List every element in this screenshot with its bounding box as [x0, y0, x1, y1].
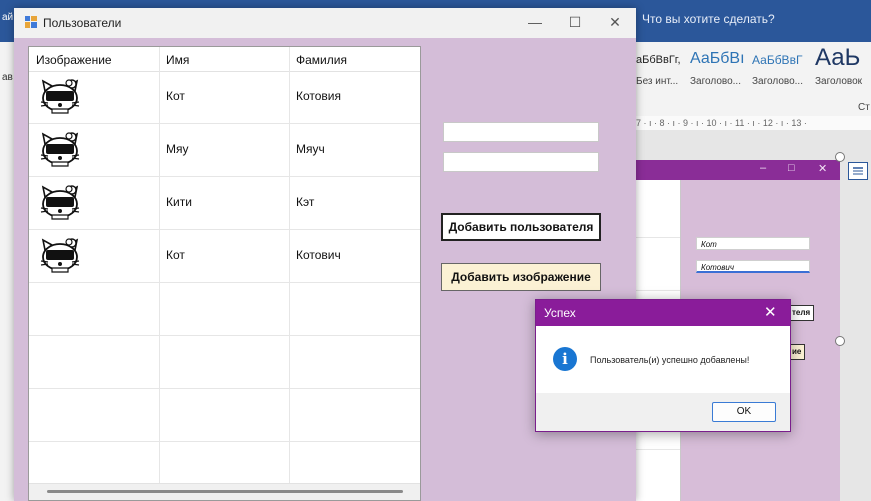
embedded-last-name-field: Котович [696, 260, 810, 273]
hello-kitty-sunglasses-icon [40, 238, 80, 273]
window-title: Пользователи [43, 16, 122, 30]
embedded-maximize-icon: □ [788, 162, 795, 174]
grid-header: Изображение Имя Фамилия [29, 47, 420, 72]
table-row[interactable]: Мяу Мяуч [29, 124, 420, 177]
style-name-1: Без инт... [636, 76, 679, 87]
cell-first-name: Мяу [166, 142, 189, 156]
layout-options-icon[interactable] [848, 162, 868, 180]
style-sample-1[interactable]: аБбВвГг, [636, 54, 681, 66]
table-row[interactable]: Кот Котовия [29, 71, 420, 124]
cell-first-name: Кот [166, 248, 185, 262]
minimize-button[interactable]: — [520, 14, 550, 30]
style-sample-3[interactable]: АаБбВвГ [752, 53, 802, 67]
resize-handle-top-right[interactable] [835, 152, 845, 162]
cell-last-name: Котович [296, 248, 341, 262]
table-row[interactable]: Кот Котович [29, 230, 420, 283]
ribbon-group-label: Ст [858, 102, 870, 113]
cell-last-name: Котовия [296, 89, 342, 103]
last-name-input[interactable] [443, 152, 599, 172]
empty-row[interactable] [29, 389, 420, 442]
add-image-button[interactable]: Добавить изображение [441, 263, 601, 291]
dialog-footer: OK [536, 393, 790, 431]
hello-kitty-sunglasses-icon [40, 185, 80, 220]
add-user-button[interactable]: Добавить пользователя [441, 213, 601, 241]
info-icon: i [553, 347, 577, 371]
style-name-2: Заголово... [690, 76, 741, 87]
dialog-titlebar: Успех ✕ [536, 300, 790, 326]
table-row[interactable]: Кити Кэт [29, 177, 420, 230]
word-left-label-1: ай [2, 12, 14, 23]
word-ruler: 7 · ı · 8 · ı · 9 · ı · 10 · ı · 11 · ı … [632, 116, 871, 130]
app-form-icon [25, 16, 37, 28]
horizontal-scrollbar[interactable] [29, 483, 420, 500]
cell-first-name: Кот [166, 89, 185, 103]
window-titlebar: Пользователи — ☐ ✕ [14, 8, 636, 38]
users-grid[interactable]: Изображение Имя Фамилия Кот Котовия Мяу … [28, 46, 421, 501]
style-sample-4[interactable]: АаЬ [815, 44, 860, 72]
dialog-close-icon[interactable]: ✕ [764, 303, 777, 321]
column-header-last-name[interactable]: Фамилия [296, 53, 347, 67]
embedded-first-name-field: Кот [696, 237, 810, 250]
resize-handle-right[interactable] [835, 336, 845, 346]
cell-last-name: Кэт [296, 195, 315, 209]
word-search-box[interactable]: Что вы хотите сделать? [642, 12, 775, 26]
embedded-minimize-icon: – [760, 162, 767, 174]
dialog-message: Пользователь(и) успешно добавлены! [590, 355, 750, 365]
column-header-image[interactable]: Изображение [36, 53, 112, 67]
empty-row[interactable] [29, 336, 420, 389]
cell-first-name: Кити [166, 195, 192, 209]
embedded-titlebar: – □ ✕ [632, 160, 840, 180]
embedded-close-icon: ✕ [818, 163, 828, 175]
maximize-button[interactable]: ☐ [560, 14, 590, 31]
style-name-4: Заголовок [815, 76, 863, 87]
hello-kitty-sunglasses-icon [40, 132, 80, 167]
embedded-add-user-button: теля [788, 305, 815, 321]
scrollbar-thumb[interactable] [47, 490, 403, 493]
empty-row[interactable] [29, 283, 420, 336]
word-left-label-2: ав [2, 72, 13, 83]
style-sample-2[interactable]: АаБбВı [690, 50, 745, 68]
dialog-title: Успех [544, 306, 576, 320]
close-button[interactable]: ✕ [600, 14, 630, 31]
success-dialog: Успех ✕ i Пользователь(и) успешно добавл… [535, 299, 791, 432]
hello-kitty-sunglasses-icon [40, 79, 80, 114]
column-header-first-name[interactable]: Имя [166, 53, 189, 67]
first-name-input[interactable] [443, 122, 599, 142]
cell-last-name: Мяуч [296, 142, 325, 156]
ok-button[interactable]: OK [712, 402, 776, 422]
style-name-3: Заголово... [752, 76, 803, 87]
